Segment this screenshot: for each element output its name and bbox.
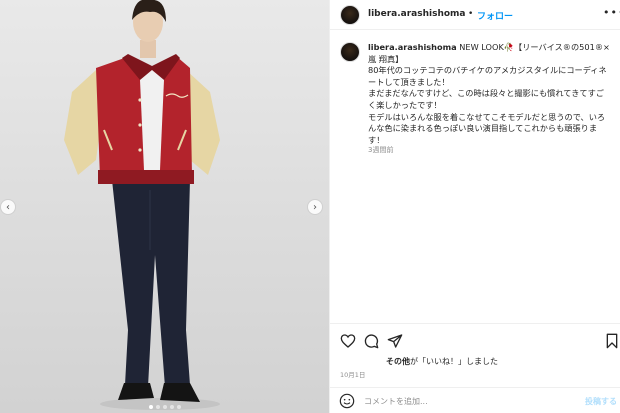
avatar[interactable] — [340, 5, 360, 25]
carousel-dot — [155, 405, 160, 409]
post-date: 10月1日 — [340, 371, 366, 379]
carousel-dot — [162, 405, 167, 409]
carousel-dot — [169, 405, 174, 409]
bookmark-icon[interactable] — [604, 333, 620, 349]
post-caption: libera.arashishoma NEW LOOK🥀【リーバイス®の501®… — [368, 42, 612, 146]
next-image-button[interactable]: › — [307, 199, 323, 215]
emoji-icon[interactable] — [339, 393, 355, 409]
post-media[interactable]: ‹ › — [0, 0, 329, 413]
action-bar — [330, 323, 620, 353]
model-photo — [64, 0, 220, 410]
carousel-dot — [176, 405, 181, 409]
follow-button[interactable]: フォロー — [477, 9, 513, 22]
post-panel: libera.arashishoma • フォロー ••• libera.ara… — [329, 0, 620, 413]
carousel-dot — [148, 405, 153, 409]
likes-others[interactable]: その他 — [386, 357, 410, 366]
chevron-right-icon: › — [313, 201, 317, 213]
comment-icon[interactable] — [363, 333, 379, 349]
separator-dot: • — [468, 9, 474, 19]
carousel-dots — [0, 405, 329, 409]
share-icon[interactable] — [387, 333, 403, 349]
chevron-left-icon: ‹ — [6, 201, 10, 213]
more-horizontal-icon[interactable]: ••• — [603, 6, 620, 19]
caption-text: NEW LOOK🥀【リーバイス®の501®×嵐 翔真】 80年代のコッテコテのバ… — [368, 42, 610, 145]
heart-icon[interactable] — [340, 333, 356, 349]
comment-input[interactable] — [364, 394, 564, 408]
time-ago[interactable]: 3週間前 — [368, 145, 393, 155]
comment-bar: 投稿する — [330, 387, 620, 413]
caption-avatar[interactable] — [340, 42, 360, 62]
header-username[interactable]: libera.arashishoma — [368, 9, 465, 19]
post-comment-button[interactable]: 投稿する — [585, 396, 617, 407]
likes-text: が「いいね！」しました — [410, 357, 498, 366]
likes-summary[interactable]: その他が「いいね！」しました — [386, 356, 498, 367]
previous-image-button[interactable]: ‹ — [0, 199, 16, 215]
caption-username[interactable]: libera.arashishoma — [368, 42, 457, 52]
post-header: libera.arashishoma • フォロー ••• — [330, 0, 620, 30]
